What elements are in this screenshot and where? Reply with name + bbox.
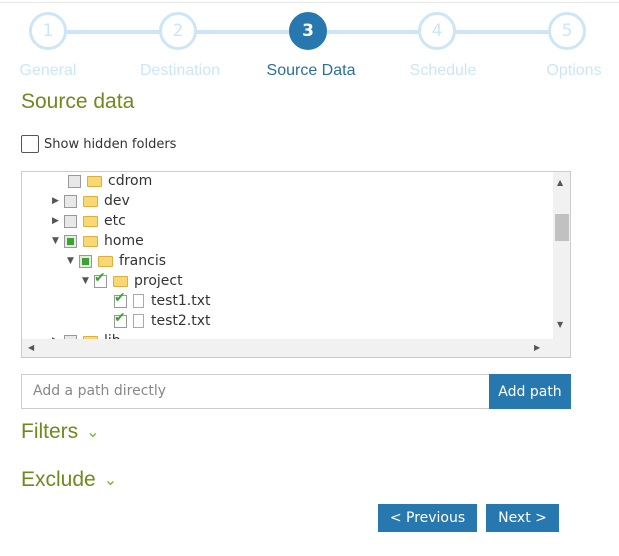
collapse-icon[interactable]: ▼ [52,236,64,246]
checkbox[interactable] [64,234,77,248]
vertical-scrollbar[interactable]: ▲ ▼ [553,172,570,340]
checkbox[interactable] [68,174,81,188]
folder-icon [83,195,98,207]
tree-item-test1[interactable]: test1.txt [114,290,211,311]
item-label: home [104,233,144,249]
chevron-down-icon: ⌄ [86,424,100,441]
tree-item-test2[interactable]: test2.txt [114,310,211,331]
item-label: project [134,273,183,289]
next-button[interactable]: Next > [486,504,559,532]
file-icon [133,314,144,328]
scroll-down-icon[interactable]: ▼ [557,320,563,329]
collapse-icon[interactable]: ▼ [67,256,79,266]
step-1-label[interactable]: General [20,62,77,80]
scroll-thumb[interactable] [555,214,569,241]
section-title: Source data [21,90,135,113]
tree-item-francis[interactable]: ▼ francis [67,251,166,271]
folder-icon [113,275,128,287]
top-divider [0,2,619,3]
filters-toggle[interactable]: Filters ⌄ [21,420,100,444]
step-4-label[interactable]: Schedule [410,62,477,80]
file-icon [133,294,144,308]
show-hidden-label[interactable]: Show hidden folders [44,137,176,152]
previous-button[interactable]: < Previous [378,504,477,532]
step-5-circle[interactable]: 5 [548,12,586,50]
step-2-circle[interactable]: 2 [159,12,197,50]
folder-tree[interactable]: cdrom ▶dev ▶etc ▼home ▼francis ▼project … [21,171,571,358]
folder-icon [98,255,113,267]
folder-icon [83,235,98,247]
checkbox[interactable] [94,270,107,288]
item-label: test1.txt [151,293,211,309]
step-1-circle[interactable]: 1 [29,12,67,50]
tree-item-dev[interactable]: ▶ dev [52,191,130,211]
horizontal-scrollbar[interactable]: ◀ ▶ [22,339,570,357]
path-input[interactable]: Add a path directly [21,374,489,409]
tree-item-cdrom[interactable]: cdrom [56,172,153,191]
step-3-label[interactable]: Source Data [267,62,356,80]
step-2-label[interactable]: Destination [140,62,220,80]
item-label: test2.txt [151,313,211,329]
folder-icon [83,215,98,227]
scroll-left-icon[interactable]: ◀ [28,343,34,352]
tree-item-home[interactable]: ▼ home [52,231,144,251]
checkbox[interactable] [114,310,127,328]
scroll-right-icon[interactable]: ▶ [534,343,540,352]
checkbox[interactable] [64,214,77,228]
checkbox[interactable] [79,254,92,268]
collapse-icon[interactable]: ▼ [82,276,94,286]
tree-item-etc[interactable]: ▶ etc [52,211,126,231]
exclude-label: Exclude [21,468,96,491]
scroll-up-icon[interactable]: ▲ [557,178,563,187]
chevron-down-icon: ⌄ [103,472,118,489]
checkbox[interactable] [114,290,127,308]
item-label: etc [104,213,126,229]
step-4-circle[interactable]: 4 [418,12,456,50]
step-5-label[interactable]: Options [546,62,601,80]
show-hidden-checkbox[interactable] [21,135,39,153]
step-3-circle[interactable]: 3 [289,12,327,50]
item-label: dev [104,193,130,209]
exclude-toggle[interactable]: Exclude ⌄ [21,468,117,492]
folder-icon [87,175,102,187]
item-label: cdrom [108,173,153,189]
filters-label: Filters [21,420,79,443]
checkbox[interactable] [64,194,77,208]
add-path-button[interactable]: Add path [489,374,571,409]
tree-item-project[interactable]: ▼ project [82,270,183,291]
item-label: francis [119,253,167,269]
expand-icon[interactable]: ▶ [52,216,64,226]
expand-icon[interactable]: ▶ [52,196,64,206]
